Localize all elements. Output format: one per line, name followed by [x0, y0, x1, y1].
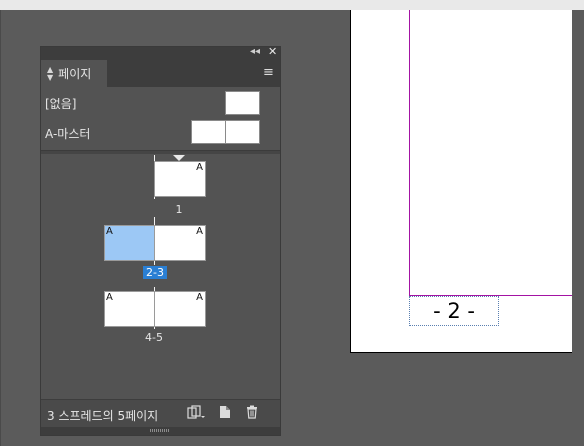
folio-text: - 2 - — [433, 299, 475, 323]
updown-arrows-icon: ▲ ▼ — [47, 64, 54, 82]
tab-pages-label: 페이지 — [58, 67, 92, 81]
master-a-label: A-마스터 — [45, 127, 91, 141]
pages-panel: ◂◂ ✕ ▲ ▼ 페이지 ≡ [없음] A-마스터 A 1 A A 2-3 A … — [40, 45, 281, 436]
page-count-status: 3 스프레드의 5페이지 — [47, 409, 159, 423]
page-master-label: A — [196, 162, 203, 173]
master-a[interactable]: A-마스터 — [41, 119, 280, 145]
pasteboard-right — [572, 10, 584, 446]
page-number-frame[interactable]: - 2 - — [409, 296, 499, 326]
page-thumbnail-4[interactable]: A — [104, 291, 155, 327]
page-master-label: A — [106, 292, 113, 303]
master-none[interactable]: [없음] — [41, 89, 280, 115]
new-page-icon[interactable] — [219, 405, 231, 422]
panel-menu-icon[interactable]: ≡ — [263, 65, 274, 80]
page-thumbnail-2[interactable]: A — [104, 225, 155, 261]
pages-area: A 1 A A 2-3 A A 4-5 — [41, 153, 280, 401]
trash-icon[interactable] — [246, 405, 258, 422]
panel-tab-row: ▲ ▼ 페이지 ≡ — [41, 60, 280, 87]
tab-pages[interactable]: ▲ ▼ 페이지 — [41, 60, 107, 87]
margin-guide-vertical — [409, 10, 410, 295]
top-strip — [0, 0, 584, 10]
panel-footer: 3 스프레드의 5페이지 — [41, 399, 280, 428]
page-thumbnail-1[interactable]: A — [154, 161, 206, 197]
master-a-right-thumbnail[interactable] — [225, 120, 260, 144]
page-thumbnail-3[interactable]: A — [154, 225, 206, 261]
page-master-label: A — [196, 226, 203, 237]
close-icon[interactable]: ✕ — [268, 45, 277, 58]
spread-label-4-5: 4-5 — [145, 331, 163, 344]
page-master-label: A — [196, 292, 203, 303]
spread-label-2-3: 2-3 — [143, 266, 167, 279]
page-master-label: A — [106, 226, 113, 237]
page-thumbnail-5[interactable]: A — [154, 291, 206, 327]
spread-label-1: 1 — [175, 203, 183, 216]
master-a-left-thumbnail[interactable] — [191, 120, 226, 144]
window-edge — [0, 10, 8, 446]
grip-dots — [150, 429, 170, 432]
collapse-icon[interactable]: ◂◂ — [250, 46, 260, 57]
master-none-thumbnail[interactable] — [225, 91, 260, 115]
edit-page-size-icon[interactable] — [187, 405, 205, 422]
panel-titlebar[interactable]: ◂◂ ✕ — [41, 45, 280, 60]
master-none-label: [없음] — [45, 97, 77, 111]
panel-resize-grip[interactable] — [41, 427, 280, 435]
